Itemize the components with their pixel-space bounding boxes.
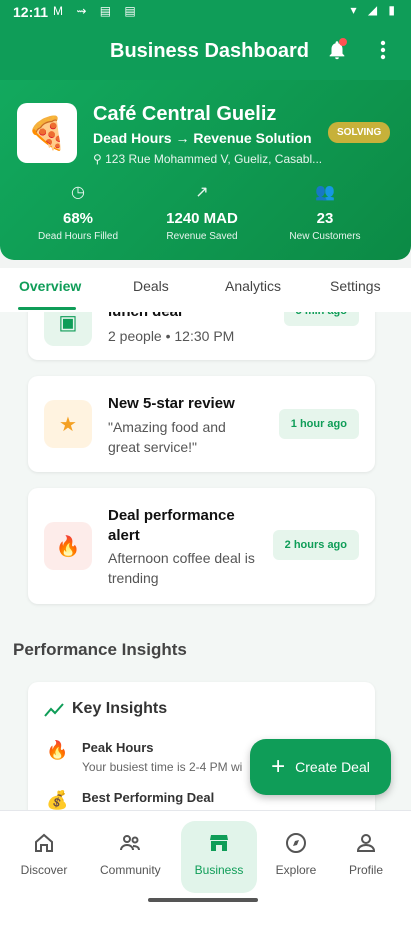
business-address: ⚲ 123 Rue Mohammed V, Gueliz, Casabl...: [93, 152, 323, 166]
plus-icon: +: [271, 753, 286, 780]
app-bar: Business Dashboard: [0, 24, 411, 80]
location-pin-icon: ⚲: [93, 152, 106, 166]
compass-icon: [286, 833, 306, 853]
store-icon: [210, 835, 228, 851]
trending-up-icon: ↗: [195, 184, 209, 201]
home-icon: [35, 833, 53, 852]
tab-analytics[interactable]: Analytics: [225, 278, 281, 294]
nav-community[interactable]: Community: [100, 831, 161, 877]
app-title: Business Dashboard: [110, 40, 309, 62]
receipt-icon: ▣: [44, 312, 92, 346]
tab-overview[interactable]: Overview: [19, 278, 81, 294]
status-bar: 12:11 M ⇝ ▤ ▤ ▾ ◢ ▮: [0, 0, 411, 24]
nav-discover[interactable]: Discover: [14, 831, 74, 877]
stat-new-customers: 👥 23 New Customers: [282, 182, 368, 242]
nav-explore[interactable]: Explore: [266, 831, 326, 877]
overview-content[interactable]: ▣ lunch deal 2 people • 12:30 PM 5 min a…: [0, 312, 411, 810]
business-header-card: 🍕 Café Central Gueliz Dead Hours → Reven…: [0, 80, 411, 260]
notification-dot: [339, 38, 347, 46]
business-logo: 🍕: [17, 103, 77, 163]
tab-bar: Overview Deals Analytics Settings: [0, 268, 411, 313]
nav-profile[interactable]: Profile: [336, 831, 396, 877]
performance-insights-heading: Performance Insights: [13, 640, 187, 659]
insights-chart-icon: [44, 703, 64, 717]
fire-icon: 🔥: [46, 740, 69, 760]
star-icon: ★: [44, 400, 92, 448]
time-badge: 2 hours ago: [272, 530, 359, 560]
money-bag-icon: 💰: [46, 790, 69, 810]
gesture-bar[interactable]: [148, 898, 258, 902]
time-badge: 1 hour ago: [278, 409, 359, 439]
more-menu-icon[interactable]: [376, 38, 390, 62]
tab-underline: [18, 307, 76, 310]
clock-icon: ◷: [71, 184, 85, 201]
people-icon: [120, 835, 140, 851]
business-name: Café Central Gueliz: [93, 103, 277, 125]
status-time: 12:11: [13, 4, 49, 20]
flame-icon: 🔥: [44, 522, 92, 570]
stat-revenue-saved: ↗ 1240 MAD Revenue Saved: [152, 182, 252, 242]
tab-deals[interactable]: Deals: [133, 278, 169, 294]
people-icon: 👥: [315, 184, 335, 201]
activity-card[interactable]: ★ New 5-star review "Amazing food and gr…: [28, 376, 375, 472]
status-badge: SOLVING: [328, 122, 391, 143]
business-subtitle: Dead Hours → Revenue Solution: [93, 130, 312, 146]
nav-business[interactable]: Business: [181, 821, 257, 893]
status-system-icons: ▾ ◢ ▮: [350, 3, 399, 17]
person-icon: [356, 834, 376, 852]
status-notification-icons: M ⇝ ▤ ▤: [53, 4, 141, 18]
stat-dead-hours: ◷ 68% Dead Hours Filled: [30, 182, 126, 242]
create-deal-button[interactable]: + Create Deal: [250, 739, 391, 795]
activity-card[interactable]: ▣ lunch deal 2 people • 12:30 PM 5 min a…: [28, 312, 375, 360]
time-badge: 5 min ago: [283, 312, 359, 326]
activity-card[interactable]: 🔥 Deal performance alert Afternoon coffe…: [28, 488, 375, 604]
bottom-navigation: Discover Community Business Explore Prof…: [0, 810, 411, 925]
tab-settings[interactable]: Settings: [330, 278, 381, 294]
